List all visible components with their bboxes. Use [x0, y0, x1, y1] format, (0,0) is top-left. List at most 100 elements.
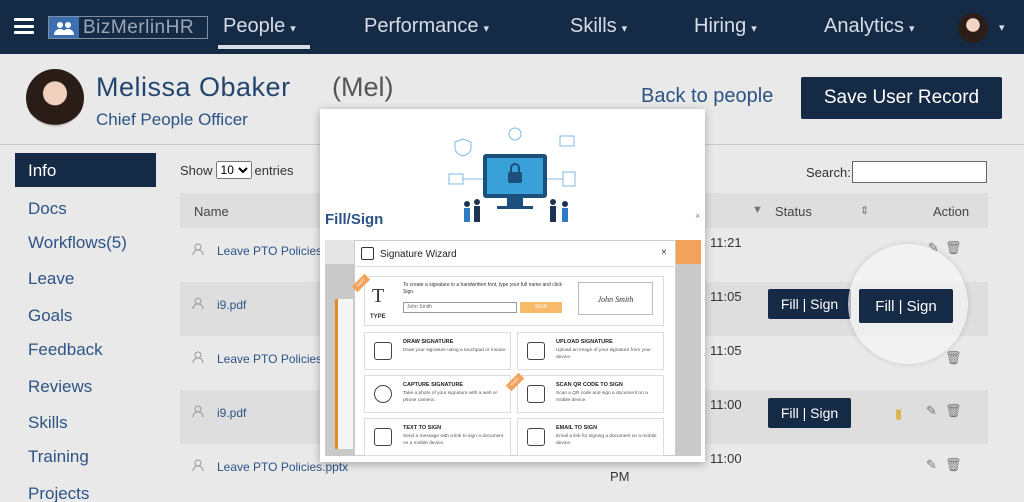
option-capture-signature[interactable]: CAPTURE SIGNATURE Take a photo of your s…	[364, 375, 511, 413]
wizard-header: Signature Wizard ×	[355, 241, 677, 267]
overlay-title: Fill/Sign	[325, 211, 384, 228]
row-timestamp: 11:21	[710, 235, 742, 250]
fill-sign-button-zoomed[interactable]: Fill | Sign	[859, 289, 953, 323]
user-icon	[192, 351, 204, 364]
hamburger-menu-icon[interactable]	[14, 18, 34, 34]
option-title: DRAW SIGNATURE	[403, 339, 454, 345]
sidebar-item-workflows[interactable]: Workflows(5)	[28, 233, 127, 253]
profile-photo	[26, 69, 84, 127]
sidebar-item-training[interactable]: Training	[28, 447, 89, 467]
logo-people-icon	[49, 17, 79, 38]
entries-select[interactable]: 10	[215, 161, 252, 179]
trash-icon[interactable]: 🗑	[945, 350, 962, 366]
nav-people-label: People	[223, 15, 286, 37]
user-icon	[192, 459, 204, 472]
option-description: Draw your signature using a touchpad or …	[403, 348, 507, 353]
sidebar-item-skills[interactable]: Skills	[28, 413, 68, 433]
user-icon	[192, 297, 204, 310]
chevron-down-icon: ▾	[751, 22, 757, 35]
option-email-to-sign[interactable]: EMAIL TO SIGN Email a link for signing a…	[517, 418, 664, 456]
wizard-title: Signature Wizard	[380, 249, 457, 260]
sort-icon[interactable]: ⇕	[860, 204, 869, 217]
user-avatar[interactable]	[958, 13, 988, 43]
back-to-people-link[interactable]: Back to people	[641, 85, 773, 108]
chevron-down-icon: ▾	[621, 22, 628, 35]
nav-skills-label: Skills	[570, 15, 617, 37]
option-scan-qr[interactable]: SCAN QR CODE TO SIGN Scan a QR code and …	[517, 375, 664, 413]
search-input[interactable]	[852, 161, 987, 183]
file-link[interactable]: i9.pdf	[217, 406, 246, 420]
nav-hiring-label: Hiring	[694, 15, 747, 37]
fill-sign-button[interactable]: Fill | Sign	[768, 398, 851, 428]
logo[interactable]: BizMerlinHR	[48, 16, 208, 39]
background-document	[335, 299, 353, 449]
nav-skills[interactable]: Skills ▾	[570, 15, 627, 38]
qr-icon	[527, 385, 545, 403]
sidebar-item-leave[interactable]: Leave	[28, 269, 74, 289]
sidebar-item-projects[interactable]: Projects	[28, 484, 89, 502]
signature-preview: John Smith	[578, 282, 653, 315]
sidebar-item-info[interactable]: Info	[15, 153, 156, 187]
nav-active-indicator	[218, 45, 310, 49]
chevron-down-icon: ▾	[483, 22, 490, 35]
nav-analytics[interactable]: Analytics ▾	[824, 15, 915, 38]
sidebar-item-reviews[interactable]: Reviews	[28, 377, 92, 397]
option-upload-signature[interactable]: UPLOAD SIGNATURE Upload an image of your…	[517, 332, 664, 370]
nav-people[interactable]: People ▾	[223, 15, 296, 38]
nav-performance[interactable]: Performance ▾	[364, 15, 489, 38]
user-name: Melissa Obaker	[96, 72, 291, 102]
sidebar-item-goals[interactable]: Goals	[28, 306, 72, 326]
option-description: Scan a QR code and sign a document on a …	[556, 391, 648, 403]
chevron-down-icon: ▾	[909, 22, 915, 35]
user-icon	[192, 243, 204, 256]
show-label: Show	[180, 162, 213, 178]
trash-icon[interactable]: 🗑	[945, 240, 962, 256]
file-link[interactable]: i9.pdf	[217, 298, 246, 312]
option-description: Take a photo of your signature with a we…	[403, 391, 498, 403]
file-link[interactable]: Leave PTO Policies.pptx	[217, 460, 348, 474]
show-entries-control: Show 10 entries	[180, 161, 294, 179]
close-icon[interactable]: ×	[661, 247, 667, 258]
chevron-down-icon: ▾	[290, 22, 296, 35]
row-timestamp: 11:05	[710, 289, 742, 304]
option-description: Email a link for signing a document on a…	[556, 434, 657, 446]
trash-icon[interactable]: 🗑	[945, 403, 962, 419]
fill-sign-overlay: Fill/Sign × Signature Wizard × T TYPE To…	[320, 109, 705, 462]
column-header-name[interactable]: Name	[194, 204, 229, 219]
save-user-record-button[interactable]: Save User Record	[801, 77, 1002, 119]
fill-sign-button[interactable]: Fill | Sign	[768, 289, 851, 319]
type-label: TYPE	[370, 314, 386, 320]
trash-icon[interactable]: 🗑	[945, 457, 962, 473]
search-label: Search:	[806, 165, 851, 180]
row-timestamp: 11:00	[710, 451, 742, 466]
row-timestamp: 11:05	[710, 343, 742, 358]
logo-text: BizMerlinHR	[83, 16, 195, 38]
file-link[interactable]: Leave PTO Policies.	[217, 352, 326, 366]
type-signature-panel: T TYPE To create a signature in a handwr…	[364, 276, 664, 326]
sidebar-item-feedback[interactable]: Feedback	[28, 340, 103, 360]
option-title: SCAN QR CODE TO SIGN	[556, 382, 623, 388]
user-job-title: Chief People Officer	[96, 110, 248, 129]
option-description: Upload an image of your signature from y…	[556, 348, 651, 360]
edit-icon[interactable]: ✎	[926, 403, 937, 419]
option-text-to-sign[interactable]: TEXT TO SIGN Send a message with a link …	[364, 418, 511, 456]
type-instructions: To create a signature in a handwritten f…	[403, 282, 562, 295]
sort-desc-icon[interactable]: ▼	[752, 204, 763, 216]
close-icon[interactable]: ×	[695, 211, 700, 221]
top-navbar: BizMerlinHR People ▾ Performance ▾ Skills ▾…	[0, 0, 1024, 54]
column-header-status[interactable]: Status	[775, 204, 812, 219]
option-draw-signature[interactable]: DRAW SIGNATURE Draw your signature using…	[364, 332, 511, 370]
sign-button[interactable]: SIGN	[520, 302, 562, 313]
sidebar-item-docs[interactable]: Docs	[28, 199, 67, 219]
sms-icon	[374, 428, 392, 446]
option-title: EMAIL TO SIGN	[556, 425, 598, 431]
row-timestamp: 11:00	[710, 397, 742, 412]
edit-icon[interactable]: ✎	[926, 457, 937, 473]
file-link[interactable]: Leave PTO Policies.	[217, 244, 326, 258]
option-title: TEXT TO SIGN	[403, 425, 442, 431]
flag-icon: ▮	[895, 406, 903, 421]
nav-hiring[interactable]: Hiring ▾	[694, 15, 757, 38]
upload-icon	[527, 342, 545, 360]
name-input[interactable]: John Smith	[403, 302, 517, 313]
chevron-down-icon[interactable]: ▾	[999, 21, 1005, 34]
